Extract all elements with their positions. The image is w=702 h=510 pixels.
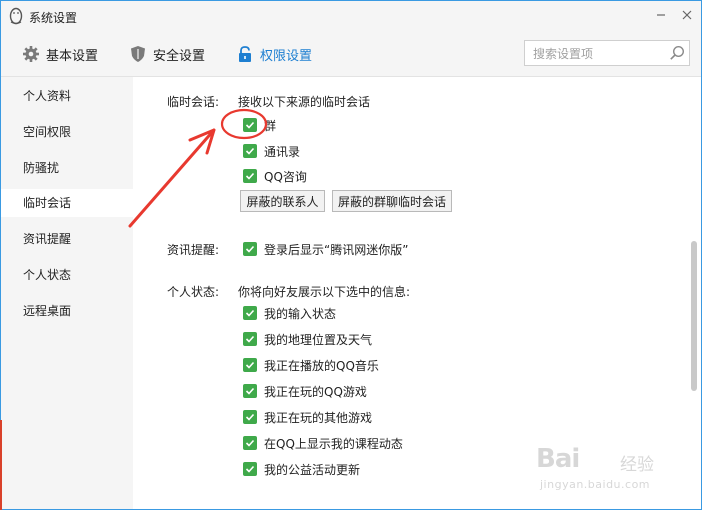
group-option-label: 群	[264, 118, 277, 133]
sidebar-item-profile[interactable]: 个人资料	[1, 82, 133, 110]
option-contacts[interactable]: 通讯录	[243, 143, 300, 159]
tab-basic-settings-label: 基本设置	[46, 48, 99, 64]
option-qq-consult[interactable]: QQ咨询	[243, 168, 307, 184]
location-weather-checkbox[interactable]	[243, 332, 257, 346]
search-icon[interactable]	[669, 45, 685, 61]
option-other-game[interactable]: 我正在玩的其他游戏	[243, 409, 372, 425]
watermark-brand: Bai	[536, 444, 580, 474]
personal-status-description: 你将向好友展示以下选中的信息:	[238, 285, 411, 299]
location-weather-label: 我的地理位置及天气	[264, 332, 373, 347]
check-icon	[245, 147, 255, 155]
personal-status-label: 个人状态:	[167, 285, 220, 299]
qq-music-checkbox[interactable]	[243, 358, 257, 372]
qq-consult-option-label: QQ咨询	[264, 169, 307, 184]
option-group[interactable]: 群	[243, 117, 276, 133]
qq-consult-checkbox[interactable]	[243, 169, 257, 183]
qq-game-checkbox[interactable]	[243, 384, 257, 398]
settings-toolbar: 基本设置 安全设置 权限设置	[1, 31, 701, 77]
sidebar-item-news-reminder[interactable]: 资讯提醒	[1, 225, 133, 253]
option-show-tencent-mini[interactable]: 登录后显示“腾讯网迷你版”	[243, 241, 408, 257]
window-title: 系统设置	[29, 11, 78, 25]
option-charity-updates[interactable]: 我的公益活动更新	[243, 461, 360, 477]
tencent-mini-option-label: 登录后显示“腾讯网迷你版”	[264, 242, 409, 257]
blocked-contacts-button[interactable]: 屏蔽的联系人	[240, 190, 325, 212]
sidebar-item-space-permission[interactable]: 空间权限	[1, 118, 133, 146]
contacts-option-label: 通讯录	[264, 144, 301, 159]
watermark-url: jingyan.baidu.com	[540, 478, 651, 491]
title-bar[interactable]: 系统设置	[1, 1, 701, 31]
tab-permission-settings[interactable]: 权限设置	[236, 43, 312, 65]
tab-basic-settings[interactable]: 基本设置	[22, 43, 98, 65]
minimize-button[interactable]	[650, 4, 672, 26]
settings-window: 系统设置 基本设置 安全设置 权限设置 搜索设置项 个人资料 空间权限 防骚扰 …	[0, 0, 702, 510]
edge-mark	[0, 420, 2, 510]
blocked-group-chat-button[interactable]: 屏蔽的群聊临时会话	[332, 190, 452, 212]
search-input[interactable]	[531, 42, 675, 66]
check-icon	[245, 121, 255, 129]
other-game-label: 我正在玩的其他游戏	[264, 410, 373, 425]
lock-icon	[239, 46, 251, 62]
vertical-scrollbar[interactable]	[691, 241, 697, 391]
news-reminder-label: 资讯提醒:	[167, 243, 220, 257]
check-icon	[245, 413, 255, 421]
group-checkbox[interactable]	[243, 118, 257, 132]
tencent-mini-checkbox[interactable]	[243, 242, 257, 256]
option-typing-status[interactable]: 我的输入状态	[243, 305, 336, 321]
check-icon	[245, 172, 255, 180]
sidebar-item-personal-status[interactable]: 个人状态	[1, 261, 133, 289]
temp-session-description: 接收以下来源的临时会话	[238, 95, 371, 109]
typing-status-checkbox[interactable]	[243, 306, 257, 320]
qq-game-label: 我正在玩的QQ游戏	[264, 384, 367, 399]
penguin-icon	[9, 7, 23, 25]
sidebar-item-temp-session[interactable]: 临时会话	[1, 189, 133, 217]
sidebar-item-anti-harassment[interactable]: 防骚扰	[1, 154, 133, 182]
contacts-checkbox[interactable]	[243, 144, 257, 158]
other-game-checkbox[interactable]	[243, 410, 257, 424]
shield-icon	[131, 46, 145, 62]
sidebar: 个人资料 空间权限 防骚扰 临时会话 资讯提醒 个人状态 远程桌面	[1, 77, 133, 509]
charity-updates-label: 我的公益活动更新	[264, 462, 361, 477]
check-icon	[245, 465, 255, 473]
qq-music-label: 我正在播放的QQ音乐	[264, 358, 379, 373]
typing-status-label: 我的输入状态	[264, 306, 337, 321]
tab-security-settings[interactable]: 安全设置	[129, 43, 205, 65]
temp-session-label: 临时会话:	[167, 95, 220, 109]
check-icon	[245, 439, 255, 447]
tab-permission-settings-label: 权限设置	[260, 48, 313, 64]
tab-security-settings-label: 安全设置	[153, 48, 206, 64]
close-icon	[682, 10, 692, 20]
close-button[interactable]	[676, 4, 698, 26]
baidu-watermark: Bai 经验 jingyan.baidu.com	[536, 440, 686, 500]
option-course-activity[interactable]: 在QQ上显示我的课程动态	[243, 435, 403, 451]
search-box[interactable]	[524, 40, 690, 66]
check-icon	[245, 361, 255, 369]
watermark-brand-cn: 经验	[620, 455, 654, 475]
check-icon	[245, 245, 255, 253]
check-icon	[245, 309, 255, 317]
option-qq-music[interactable]: 我正在播放的QQ音乐	[243, 357, 379, 373]
check-icon	[245, 387, 255, 395]
sidebar-item-remote-desktop[interactable]: 远程桌面	[1, 297, 133, 325]
option-qq-game[interactable]: 我正在玩的QQ游戏	[243, 383, 367, 399]
course-activity-label: 在QQ上显示我的课程动态	[264, 436, 403, 451]
course-activity-checkbox[interactable]	[243, 436, 257, 450]
option-location-weather[interactable]: 我的地理位置及天气	[243, 331, 372, 347]
check-icon	[245, 335, 255, 343]
minimize-icon	[657, 14, 665, 16]
gear-icon	[23, 46, 39, 62]
charity-updates-checkbox[interactable]	[243, 462, 257, 476]
